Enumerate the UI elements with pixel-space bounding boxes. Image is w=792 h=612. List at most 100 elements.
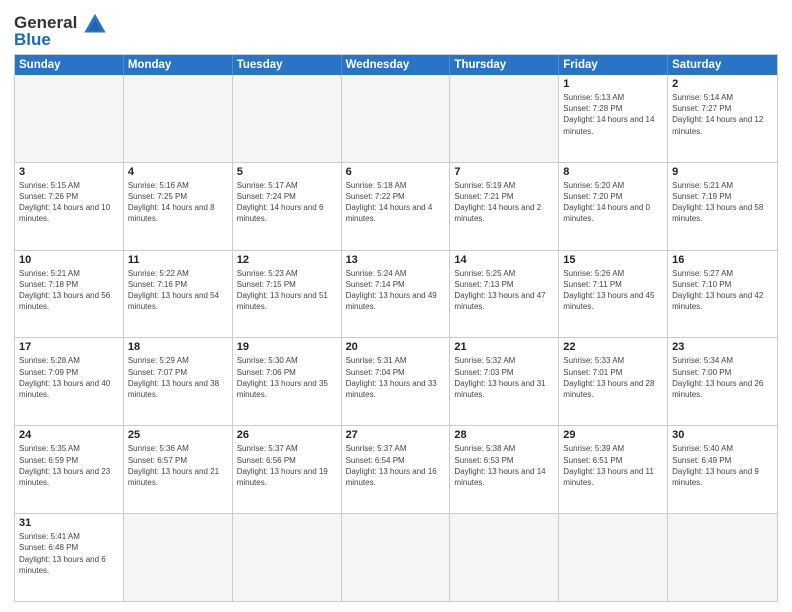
cal-row-3: 10 Sunrise: 5:21 AM Sunset: 7:18 PM Dayli…: [15, 250, 777, 338]
cal-cell-empty: [15, 75, 124, 162]
day-number: 25: [128, 429, 228, 441]
day-number: 17: [19, 341, 119, 353]
day-number: 18: [128, 341, 228, 353]
cal-cell-17: 17Sunrise: 5:28 AM Sunset: 7:09 PM Dayli…: [15, 338, 124, 425]
day-number: 14: [454, 254, 554, 266]
cal-header-sunday: Sunday: [15, 55, 124, 75]
cal-cell-8: 8 Sunrise: 5:20 AM Sunset: 7:20 PM Daylig…: [559, 163, 668, 250]
day-info: Sunrise: 5:21 AM Sunset: 7:19 PM Dayligh…: [672, 180, 773, 225]
cal-cell-24: 24Sunrise: 5:35 AM Sunset: 6:59 PM Dayli…: [15, 426, 124, 513]
cal-cell-18: 18Sunrise: 5:29 AM Sunset: 7:07 PM Dayli…: [124, 338, 233, 425]
day-info: Sunrise: 5:34 AM Sunset: 7:00 PM Dayligh…: [672, 355, 773, 400]
cal-row-6: 31 Sunrise: 5:41 AM Sunset: 6:48 PM Dayli…: [15, 513, 777, 601]
day-info: Sunrise: 5:31 AM Sunset: 7:04 PM Dayligh…: [346, 355, 446, 400]
cal-cell-empty: [342, 514, 451, 601]
cal-row-5: 24Sunrise: 5:35 AM Sunset: 6:59 PM Dayli…: [15, 425, 777, 513]
cal-cell-4: 4 Sunrise: 5:16 AM Sunset: 7:25 PM Daylig…: [124, 163, 233, 250]
day-info: Sunrise: 5:39 AM Sunset: 6:51 PM Dayligh…: [563, 443, 663, 488]
cal-header-monday: Monday: [124, 55, 233, 75]
day-info: Sunrise: 5:41 AM Sunset: 6:48 PM Dayligh…: [19, 531, 119, 576]
cal-cell-9: 9Sunrise: 5:21 AM Sunset: 7:19 PM Daylig…: [668, 163, 777, 250]
cal-header-thursday: Thursday: [450, 55, 559, 75]
day-info: Sunrise: 5:38 AM Sunset: 6:53 PM Dayligh…: [454, 443, 554, 488]
cal-cell-5: 5 Sunrise: 5:17 AM Sunset: 7:24 PM Daylig…: [233, 163, 342, 250]
cal-cell-13: 13 Sunrise: 5:24 AM Sunset: 7:14 PM Dayli…: [342, 251, 451, 338]
cal-cell-20: 20 Sunrise: 5:31 AM Sunset: 7:04 PM Dayli…: [342, 338, 451, 425]
cal-cell-empty: [124, 514, 233, 601]
cal-cell-14: 14Sunrise: 5:25 AM Sunset: 7:13 PM Dayli…: [450, 251, 559, 338]
day-number: 27: [346, 429, 446, 441]
cal-cell-15: 15Sunrise: 5:26 AM Sunset: 7:11 PM Dayli…: [559, 251, 668, 338]
day-info: Sunrise: 5:19 AM Sunset: 7:21 PM Dayligh…: [454, 180, 554, 225]
cal-cell-10: 10 Sunrise: 5:21 AM Sunset: 7:18 PM Dayli…: [15, 251, 124, 338]
day-number: 1: [563, 78, 663, 90]
day-info: Sunrise: 5:14 AM Sunset: 7:27 PM Dayligh…: [672, 92, 773, 137]
logo: General Blue: [14, 14, 108, 48]
day-info: Sunrise: 5:23 AM Sunset: 7:15 PM Dayligh…: [237, 268, 337, 313]
day-info: Sunrise: 5:20 AM Sunset: 7:20 PM Dayligh…: [563, 180, 663, 225]
day-number: 11: [128, 254, 228, 266]
logo-text-block: General Blue: [14, 14, 77, 48]
day-number: 16: [672, 254, 773, 266]
cal-cell-19: 19Sunrise: 5:30 AM Sunset: 7:06 PM Dayli…: [233, 338, 342, 425]
cal-cell-empty: [124, 75, 233, 162]
cal-cell-21: 21 Sunrise: 5:32 AM Sunset: 7:03 PM Dayli…: [450, 338, 559, 425]
cal-header-saturday: Saturday: [668, 55, 777, 75]
day-info: Sunrise: 5:24 AM Sunset: 7:14 PM Dayligh…: [346, 268, 446, 313]
logo-general: General: [14, 14, 77, 31]
cal-cell-28: 28Sunrise: 5:38 AM Sunset: 6:53 PM Dayli…: [450, 426, 559, 513]
day-number: 13: [346, 254, 446, 266]
cal-cell-27: 27Sunrise: 5:37 AM Sunset: 6:54 PM Dayli…: [342, 426, 451, 513]
day-info: Sunrise: 5:32 AM Sunset: 7:03 PM Dayligh…: [454, 355, 554, 400]
cal-cell-16: 16 Sunrise: 5:27 AM Sunset: 7:10 PM Dayli…: [668, 251, 777, 338]
cal-row-1: 1Sunrise: 5:13 AM Sunset: 7:28 PM Daylig…: [15, 75, 777, 162]
day-number: 23: [672, 341, 773, 353]
day-info: Sunrise: 5:22 AM Sunset: 7:16 PM Dayligh…: [128, 268, 228, 313]
day-info: Sunrise: 5:18 AM Sunset: 7:22 PM Dayligh…: [346, 180, 446, 225]
calendar: SundayMondayTuesdayWednesdayThursdayFrid…: [14, 54, 778, 602]
day-number: 5: [237, 166, 337, 178]
cal-cell-12: 12Sunrise: 5:23 AM Sunset: 7:15 PM Dayli…: [233, 251, 342, 338]
day-info: Sunrise: 5:26 AM Sunset: 7:11 PM Dayligh…: [563, 268, 663, 313]
cal-cell-31: 31 Sunrise: 5:41 AM Sunset: 6:48 PM Dayli…: [15, 514, 124, 601]
calendar-header: SundayMondayTuesdayWednesdayThursdayFrid…: [15, 55, 777, 75]
day-info: Sunrise: 5:30 AM Sunset: 7:06 PM Dayligh…: [237, 355, 337, 400]
cal-cell-22: 22Sunrise: 5:33 AM Sunset: 7:01 PM Dayli…: [559, 338, 668, 425]
day-number: 24: [19, 429, 119, 441]
cal-cell-1: 1Sunrise: 5:13 AM Sunset: 7:28 PM Daylig…: [559, 75, 668, 162]
day-number: 31: [19, 517, 119, 529]
day-number: 3: [19, 166, 119, 178]
cal-cell-empty: [668, 514, 777, 601]
day-info: Sunrise: 5:21 AM Sunset: 7:18 PM Dayligh…: [19, 268, 119, 313]
day-info: Sunrise: 5:40 AM Sunset: 6:49 PM Dayligh…: [672, 443, 773, 488]
day-number: 29: [563, 429, 663, 441]
day-number: 8: [563, 166, 663, 178]
day-number: 20: [346, 341, 446, 353]
day-number: 26: [237, 429, 337, 441]
cal-cell-empty: [233, 75, 342, 162]
day-number: 10: [19, 254, 119, 266]
cal-cell-empty: [233, 514, 342, 601]
day-number: 2: [672, 78, 773, 90]
day-number: 4: [128, 166, 228, 178]
cal-cell-6: 6 Sunrise: 5:18 AM Sunset: 7:22 PM Daylig…: [342, 163, 451, 250]
header: General Blue: [14, 10, 778, 48]
day-number: 6: [346, 166, 446, 178]
logo-triangle-icon: [82, 13, 108, 45]
cal-cell-29: 29 Sunrise: 5:39 AM Sunset: 6:51 PM Dayli…: [559, 426, 668, 513]
day-info: Sunrise: 5:27 AM Sunset: 7:10 PM Dayligh…: [672, 268, 773, 313]
cal-row-2: 3Sunrise: 5:15 AM Sunset: 7:26 PM Daylig…: [15, 162, 777, 250]
cal-cell-30: 30 Sunrise: 5:40 AM Sunset: 6:49 PM Dayli…: [668, 426, 777, 513]
cal-cell-25: 25Sunrise: 5:36 AM Sunset: 6:57 PM Dayli…: [124, 426, 233, 513]
cal-cell-2: 2 Sunrise: 5:14 AM Sunset: 7:27 PM Daylig…: [668, 75, 777, 162]
cal-cell-3: 3Sunrise: 5:15 AM Sunset: 7:26 PM Daylig…: [15, 163, 124, 250]
day-info: Sunrise: 5:17 AM Sunset: 7:24 PM Dayligh…: [237, 180, 337, 225]
day-number: 22: [563, 341, 663, 353]
day-number: 7: [454, 166, 554, 178]
cal-header-wednesday: Wednesday: [342, 55, 451, 75]
day-number: 30: [672, 429, 773, 441]
day-info: Sunrise: 5:37 AM Sunset: 6:56 PM Dayligh…: [237, 443, 337, 488]
day-info: Sunrise: 5:16 AM Sunset: 7:25 PM Dayligh…: [128, 180, 228, 225]
cal-cell-11: 11 Sunrise: 5:22 AM Sunset: 7:16 PM Dayli…: [124, 251, 233, 338]
day-number: 21: [454, 341, 554, 353]
